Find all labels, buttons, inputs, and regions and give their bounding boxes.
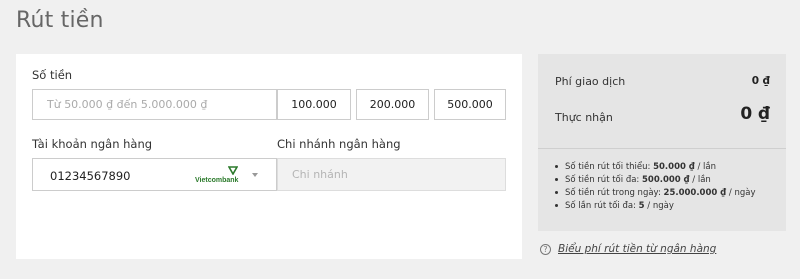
rule-item: Số lần rút tối đa: 5 / ngày <box>555 200 755 213</box>
net-amount-value: 0 ₫ <box>740 104 770 124</box>
chevron-down-icon <box>252 173 258 177</box>
bullet-icon <box>555 177 558 181</box>
rule-item: Số tiền rút trong ngày: 25.000.000 ₫ / n… <box>555 187 755 200</box>
info-icon: ? <box>540 244 551 255</box>
vietcombank-logo: Vietcombank <box>195 166 249 184</box>
net-amount-label: Thực nhận <box>555 111 613 124</box>
withdraw-summary: Phí giao dịch 0 ₫ Thực nhận 0 ₫ Số tiền … <box>538 54 786 231</box>
branch-label: Chi nhánh ngân hàng <box>277 137 401 151</box>
fee-label: Phí giao dịch <box>555 75 626 88</box>
quick-amount-200000-button[interactable]: 200.000 <box>356 89 429 120</box>
bank-account-label: Tài khoản ngân hàng <box>32 137 153 151</box>
withdraw-rules-list: Số tiền rút tối thiểu: 50.000 ₫ / lần Số… <box>555 161 755 213</box>
rule-item: Số tiền rút tối đa: 500.000 ₫ / lần <box>555 174 755 187</box>
bullet-icon <box>555 190 558 194</box>
page-title: Rút tiền <box>16 8 104 33</box>
bank-name: Vietcombank <box>195 177 239 184</box>
bank-account-select[interactable]: 01234567890 Vietcombank <box>32 158 277 191</box>
withdraw-form: Số tiền 100.000 200.000 500.000 Tài khoả… <box>16 54 522 259</box>
rule-item: Số tiền rút tối thiểu: 50.000 ₫ / lần <box>555 161 755 174</box>
bank-account-value: 01234567890 <box>50 169 131 183</box>
bullet-icon <box>555 164 558 168</box>
summary-divider <box>538 148 786 149</box>
quick-amount-500000-button[interactable]: 500.000 <box>434 89 506 120</box>
amount-label: Số tiền <box>32 68 73 82</box>
fee-schedule-link[interactable]: Biểu phí rút tiền từ ngân hàng <box>558 243 716 255</box>
fee-value: 0 ₫ <box>751 75 770 87</box>
vietcombank-emblem-icon <box>228 166 238 175</box>
branch-input <box>277 158 506 191</box>
bullet-icon <box>555 203 558 207</box>
amount-input[interactable] <box>32 89 277 120</box>
quick-amount-100000-button[interactable]: 100.000 <box>277 89 351 120</box>
